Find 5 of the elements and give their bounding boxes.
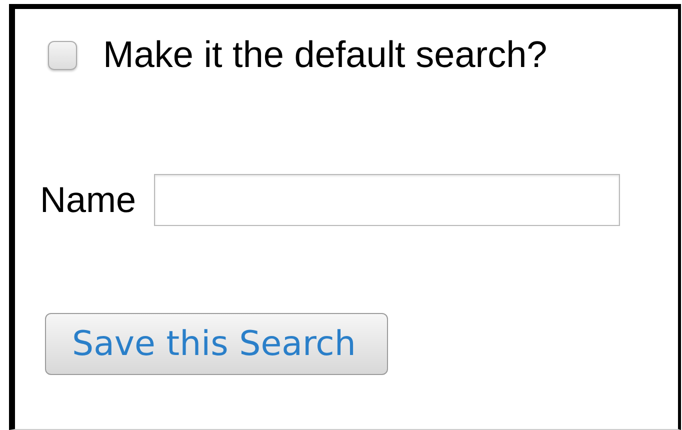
name-label: Name [40,179,136,221]
name-field[interactable] [154,174,620,226]
checkbox-label: Make it the default search? [103,34,548,76]
checkbox[interactable] [48,40,77,70]
save-search-button[interactable]: Save this Search [45,313,388,375]
